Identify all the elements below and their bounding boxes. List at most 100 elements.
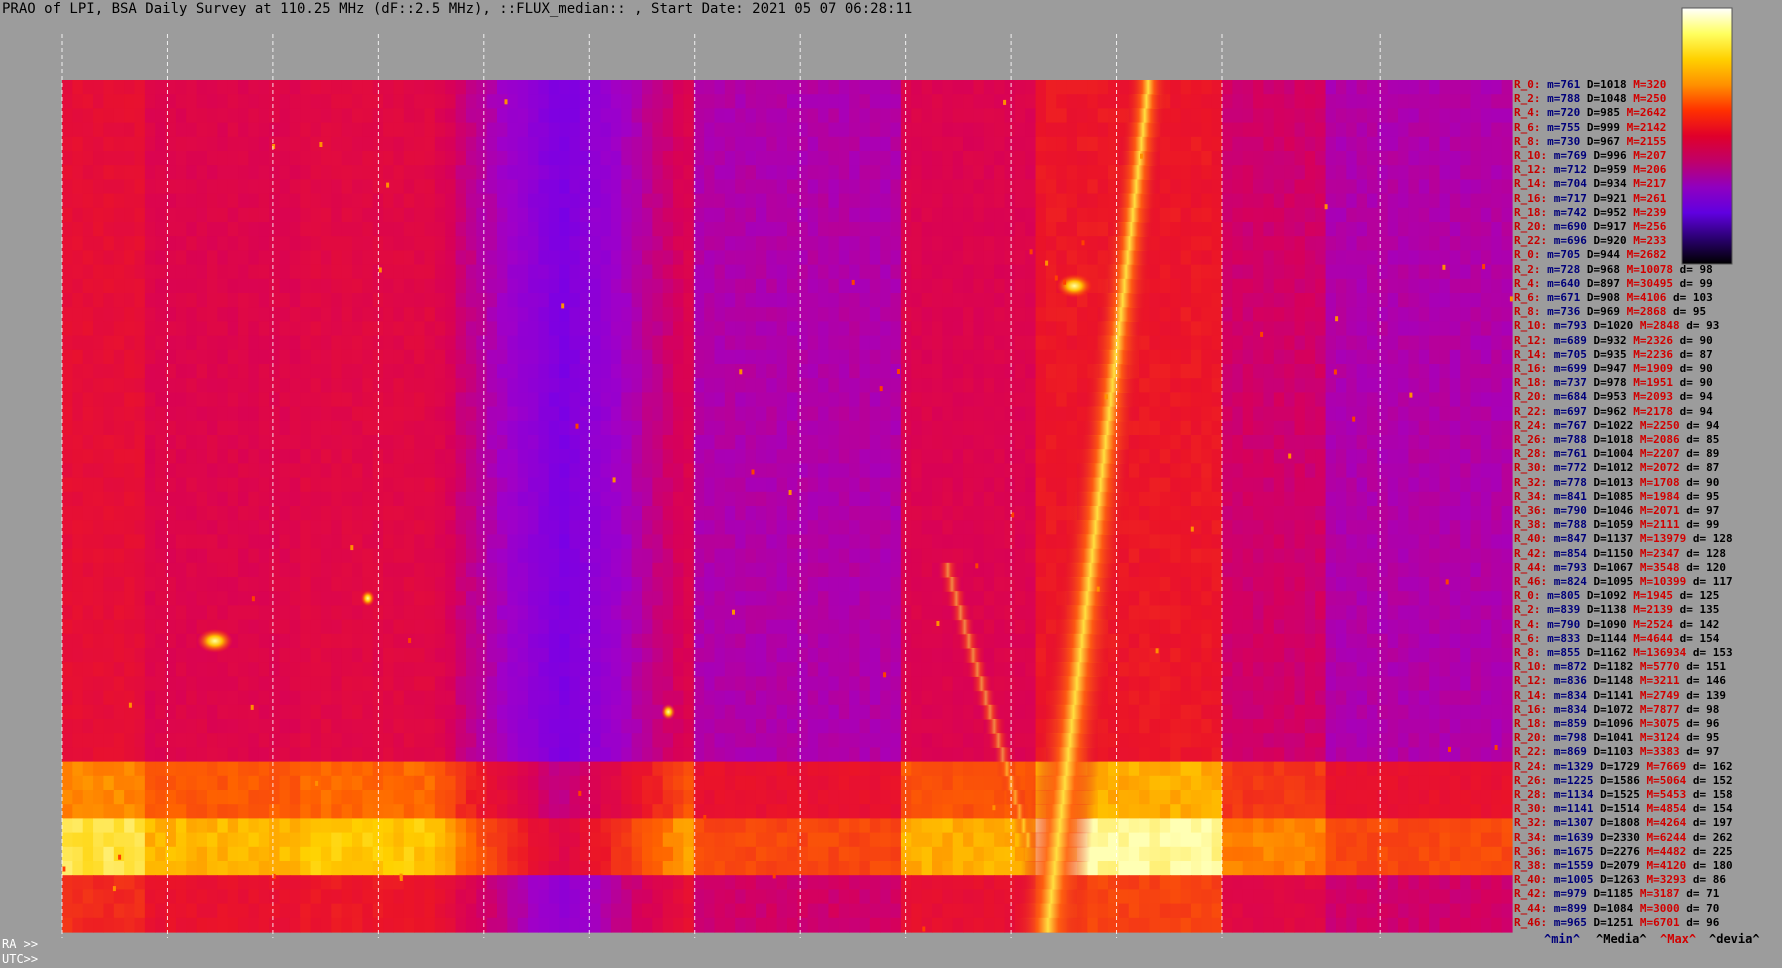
heat-cell [776, 321, 788, 337]
heat-cell [1294, 264, 1306, 280]
heat-cell [1201, 420, 1213, 436]
heat-cell [1470, 534, 1482, 550]
heat-cell [217, 122, 229, 138]
heat-cell [341, 278, 353, 294]
heat-cell [465, 293, 477, 308]
heat-cell [362, 136, 374, 152]
heat-cell [704, 534, 716, 550]
heat-cell [207, 136, 218, 152]
heat-cell [300, 534, 312, 550]
heat-cell [445, 577, 457, 592]
heat-cell [766, 392, 778, 408]
heat-cell [983, 321, 995, 337]
heat-cell [362, 236, 374, 251]
heat-cell [1335, 321, 1347, 337]
heat-cell [859, 349, 871, 365]
heat-cell [662, 222, 674, 237]
heat-cell [134, 534, 146, 550]
heat-cell [1367, 364, 1378, 379]
heat-cell [393, 236, 405, 251]
heat-cell [590, 250, 602, 266]
heat-cell [393, 534, 405, 550]
heat-cell [217, 463, 229, 479]
heat-cell [1056, 307, 1068, 322]
heat-cell [207, 520, 218, 535]
heat-cell [1449, 179, 1461, 195]
heat-cell [859, 278, 871, 294]
heat-cell [776, 506, 788, 521]
heat-cell [1439, 136, 1451, 152]
heat-cell [1273, 364, 1285, 379]
heat-cell [766, 179, 778, 195]
heat-cell [932, 207, 943, 223]
heat-cell [1066, 236, 1078, 251]
heat-cell [1045, 420, 1057, 436]
heat-cell [787, 449, 798, 464]
heat-cell [569, 151, 581, 166]
heat-cell [227, 463, 239, 479]
heat-cell [911, 122, 923, 138]
heat-cell [548, 449, 560, 464]
heat-cell [517, 449, 529, 464]
heat-cell [362, 80, 374, 95]
heat-cell [1367, 349, 1378, 365]
heat-cell [849, 264, 861, 280]
heat-cell [797, 477, 809, 493]
heat-cell [952, 364, 964, 379]
heat-cell [932, 520, 943, 535]
heat-cell [1128, 548, 1140, 564]
heat-cell [683, 179, 695, 195]
heat-cell [1201, 222, 1213, 237]
heat-cell [590, 506, 602, 521]
heat-cell [528, 349, 540, 365]
heat-cell [900, 165, 912, 180]
heat-cell [465, 335, 477, 351]
heat-cell [393, 80, 405, 95]
heat-cell [1449, 151, 1461, 166]
heat-cell [434, 506, 446, 521]
heat-cell [465, 250, 477, 266]
heat-cell [1460, 463, 1472, 479]
heat-cell [994, 349, 1006, 365]
heat-cell [476, 321, 488, 337]
heat-cell [1253, 165, 1265, 180]
heat-cell [1315, 236, 1327, 251]
heat-cell [1139, 378, 1151, 393]
heat-cell [1004, 534, 1016, 550]
heat-cell [900, 236, 912, 251]
heat-cell [559, 264, 571, 280]
heat-cell [952, 335, 964, 351]
heat-cell [82, 179, 94, 195]
heat-cell [662, 477, 674, 493]
heat-cell [1429, 293, 1441, 308]
heat-cell [393, 321, 405, 337]
heat-cell [445, 165, 457, 180]
heat-cell [497, 392, 508, 408]
heat-cell [393, 122, 405, 138]
heat-cell [631, 463, 643, 479]
heat-cell [1170, 264, 1182, 280]
heat-cell [1211, 80, 1223, 95]
heat-cell [82, 307, 94, 322]
heat-cell [849, 80, 861, 95]
heat-cell [279, 293, 291, 308]
heat-cell [238, 520, 250, 535]
heat-cell [921, 193, 933, 209]
heat-cell [569, 122, 581, 138]
heat-cell [952, 293, 964, 308]
heat-cell [673, 463, 685, 479]
heat-cell [548, 165, 560, 180]
heat-cell [1025, 136, 1037, 152]
heat-cell [735, 577, 747, 592]
heat-cell [1356, 378, 1368, 393]
heat-cell [735, 222, 747, 237]
heat-cell [507, 577, 519, 592]
heat-cell [1014, 321, 1026, 337]
heat-cell [631, 193, 643, 209]
heat-cell [590, 307, 602, 322]
heat-cell [186, 335, 198, 351]
heat-cell [1387, 236, 1399, 251]
heat-cell [1025, 80, 1037, 95]
heat-cell [1242, 193, 1254, 209]
heat-cell [1491, 449, 1503, 464]
